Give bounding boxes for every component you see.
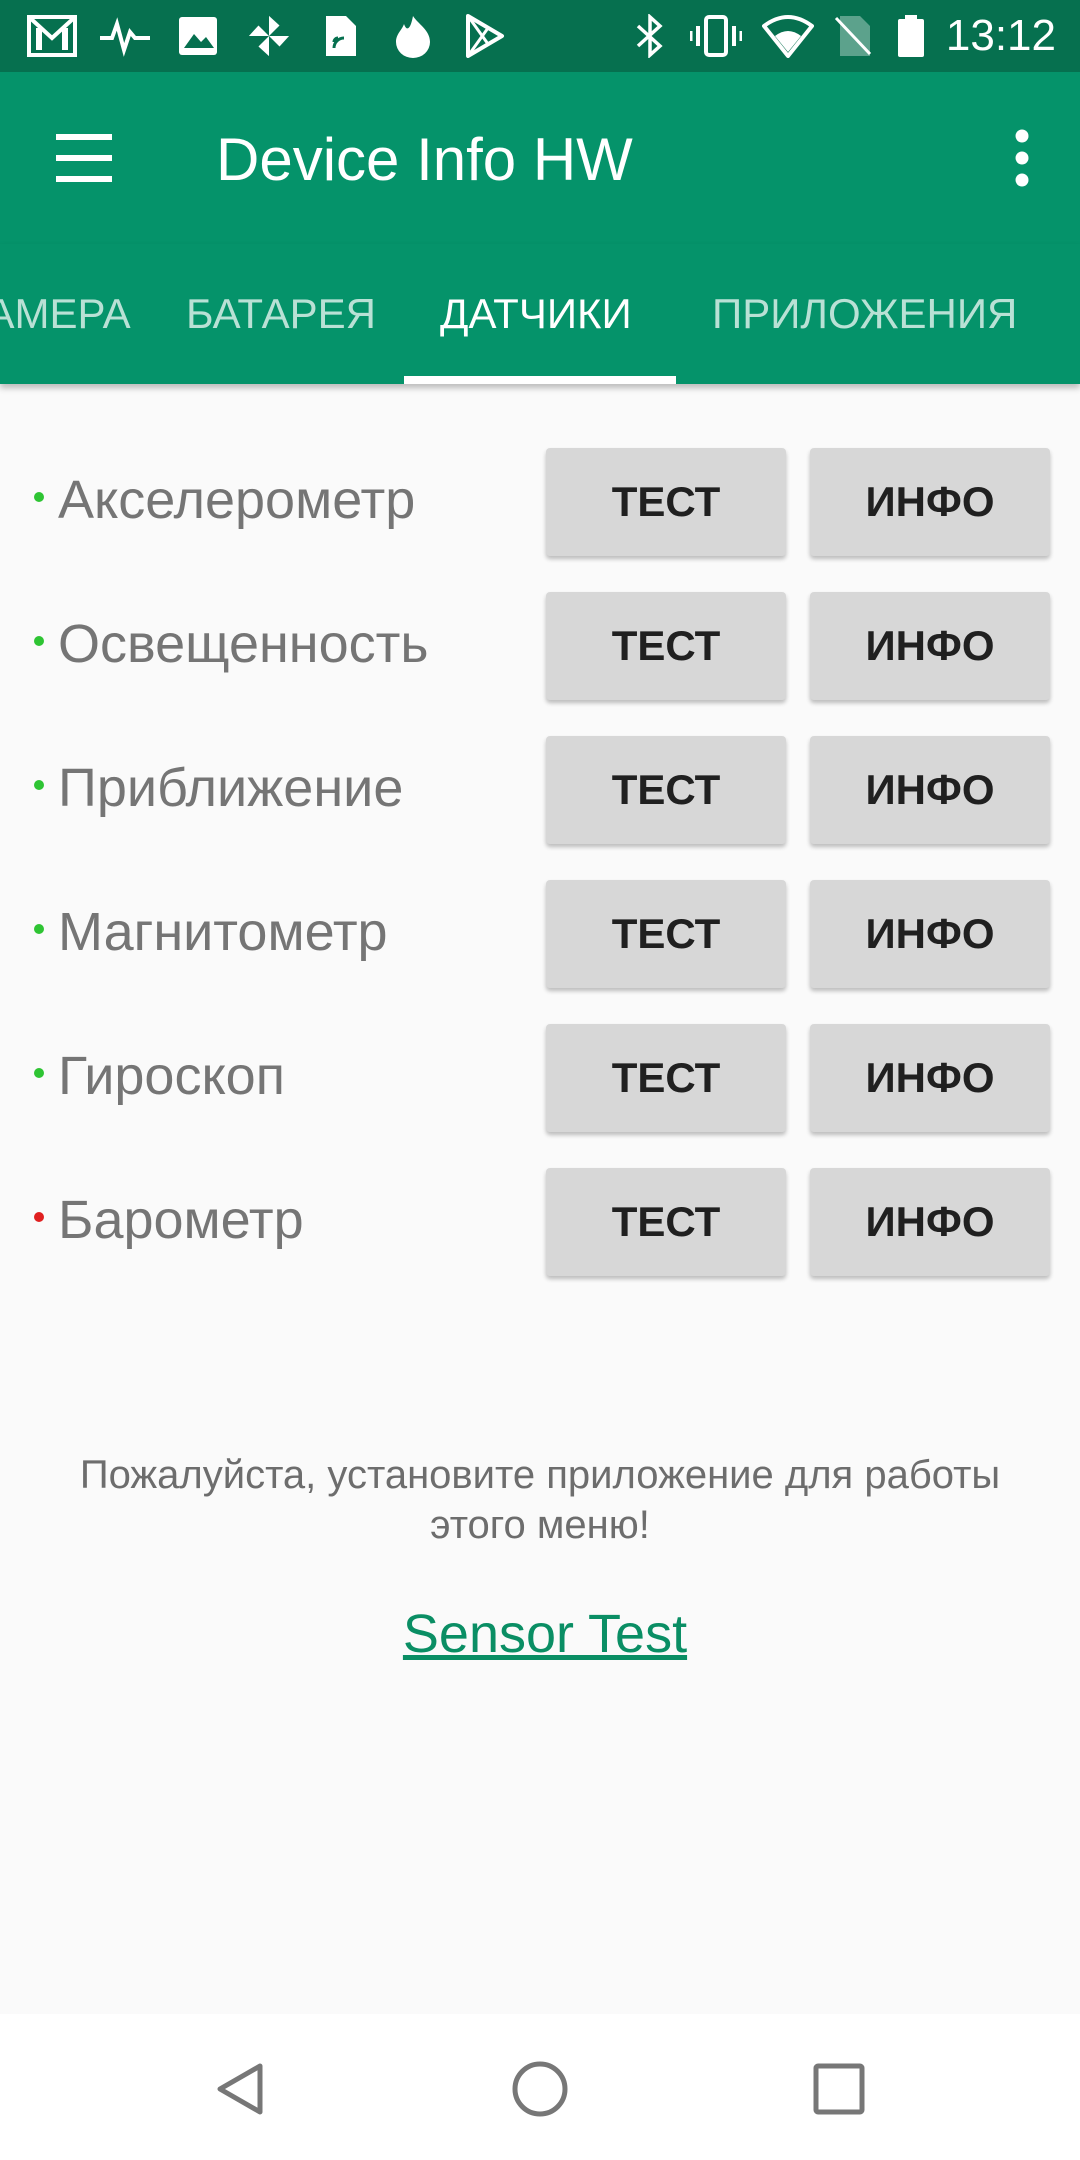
info-button[interactable]: ИНФО — [810, 448, 1050, 556]
vibrate-icon — [690, 15, 742, 57]
play-store-icon — [466, 14, 504, 58]
pinwheel-icon — [248, 15, 290, 57]
test-button[interactable]: ТЕСТ — [546, 448, 786, 556]
sensor-name: Магнитометр — [58, 902, 388, 962]
hamburger-menu-icon[interactable] — [40, 114, 128, 202]
test-button[interactable]: ТЕСТ — [546, 736, 786, 844]
sensor-row-proximity: Приближение ТЕСТ ИНФО — [0, 720, 1080, 864]
sensor-name: Освещенность — [58, 614, 429, 674]
status-dot — [34, 636, 44, 646]
test-button[interactable]: ТЕСТ — [546, 592, 786, 700]
info-button[interactable]: ИНФО — [810, 592, 1050, 700]
status-dot — [34, 1068, 44, 1078]
app-toolbar: Device Info HW — [0, 72, 1080, 244]
info-button[interactable]: ИНФО — [810, 736, 1050, 844]
gmail-icon — [27, 15, 77, 57]
back-triangle-icon[interactable] — [196, 2044, 286, 2134]
info-button[interactable]: ИНФО — [810, 880, 1050, 988]
wifi-icon — [762, 15, 814, 58]
home-circle-icon[interactable] — [495, 2044, 585, 2134]
sensor-test-link[interactable]: Sensor Test — [0, 1600, 1080, 1668]
navigation-bar — [0, 2014, 1080, 2160]
status-dot — [34, 924, 44, 934]
sensor-row-magnetometer: Магнитометр ТЕСТ ИНФО — [0, 864, 1080, 1008]
info-button[interactable]: ИНФО — [810, 1024, 1050, 1132]
gallery-icon — [179, 17, 217, 55]
test-button[interactable]: ТЕСТ — [546, 1168, 786, 1276]
tab-indicator — [404, 376, 676, 384]
sensor-row-light: Освещенность ТЕСТ ИНФО — [0, 576, 1080, 720]
status-bar: 13:12 — [0, 0, 1080, 72]
sensor-row-accelerometer: Акселерометр ТЕСТ ИНФО — [0, 432, 1080, 576]
flame-icon — [396, 16, 430, 58]
sim-card-icon — [326, 16, 356, 56]
sensor-name: Акселерометр — [58, 470, 416, 530]
sensor-name: Барометр — [58, 1190, 304, 1250]
tab-battery[interactable]: БАТАРЕЯ — [186, 244, 376, 384]
sensor-name: Приближение — [58, 758, 404, 818]
more-vert-icon[interactable] — [986, 114, 1058, 202]
no-sim-icon — [834, 16, 872, 56]
tab-apps[interactable]: ПРИЛОЖЕНИЯ — [712, 244, 1017, 384]
tab-sensors[interactable]: ДАТЧИКИ — [440, 244, 632, 384]
sensor-row-gyroscope: Гироскоп ТЕСТ ИНФО — [0, 1008, 1080, 1152]
info-button[interactable]: ИНФО — [810, 1168, 1050, 1276]
status-dot — [34, 780, 44, 790]
activity-icon — [100, 17, 150, 57]
status-dot — [34, 1212, 44, 1222]
install-app-message: Пожалуйста, установите приложение для ра… — [79, 1453, 1001, 1547]
test-button[interactable]: ТЕСТ — [546, 880, 786, 988]
sensor-row-barometer: Барометр ТЕСТ ИНФО — [0, 1152, 1080, 1296]
sensor-name: Гироскоп — [58, 1046, 285, 1106]
status-dot — [34, 492, 44, 502]
tab-camera[interactable]: КАМЕРА — [0, 244, 131, 384]
battery-icon — [898, 15, 924, 57]
app-title: Device Info HW — [216, 126, 633, 193]
test-button[interactable]: ТЕСТ — [546, 1024, 786, 1132]
status-time: 13:12 — [945, 11, 1056, 60]
recents-square-icon[interactable] — [794, 2044, 884, 2134]
bluetooth-icon — [636, 14, 663, 58]
tab-bar: КАМЕРА БАТАРЕЯ ДАТЧИКИ ПРИЛОЖЕНИЯ — [0, 244, 1080, 384]
